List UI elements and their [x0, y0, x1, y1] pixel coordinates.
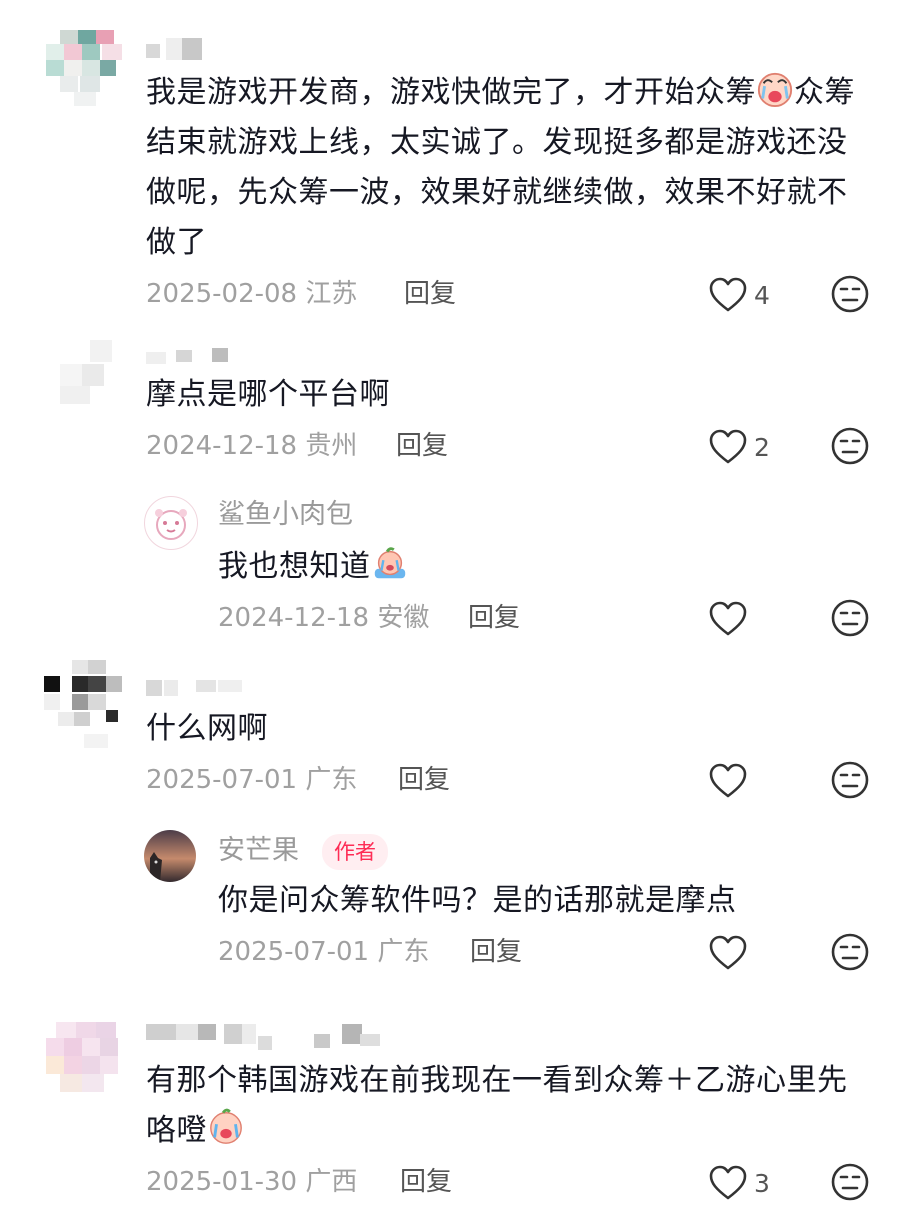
neutral-face-icon[interactable] [830, 426, 870, 466]
username-blurred[interactable] [146, 676, 246, 698]
comment-3: 什么网啊 2025-07-01 广东 回复 安芒果 作者 你是问众筹软件吗？是的… [0, 660, 908, 1000]
avatar-pixelated[interactable] [44, 660, 124, 750]
comment-location: 江苏 [305, 279, 358, 309]
heart-outline-icon[interactable] [708, 428, 748, 466]
comment-text: 摩点是哪个平台啊 [146, 377, 390, 412]
reply-location: 安徽 [377, 603, 430, 633]
neutral-face-icon[interactable] [830, 274, 870, 314]
neutral-face-icon[interactable] [830, 932, 870, 972]
neutral-face-icon[interactable] [830, 760, 870, 800]
reply-avatar[interactable] [144, 496, 198, 550]
comment-meta: 2024-12-18 贵州 [146, 430, 357, 462]
avatar-pixelated[interactable] [50, 340, 116, 406]
reply-date: 2024-12-18 [218, 603, 370, 633]
reply-button[interactable]: 回复 [404, 278, 456, 310]
avatar-pixelated[interactable] [46, 1022, 118, 1094]
cartoon-avatar-icon [155, 509, 187, 540]
reply-button[interactable]: 回复 [468, 602, 520, 634]
crying-face-emoji [757, 72, 793, 108]
comment-date: 2025-02-08 [146, 279, 298, 309]
like-count: 2 [754, 433, 770, 462]
cat-photo-avatar [150, 852, 162, 882]
reply-avatar[interactable] [144, 830, 196, 882]
reply-button[interactable]: 回复 [470, 936, 522, 968]
comment-meta: 2025-07-01 广东 [146, 764, 357, 796]
reply-author[interactable]: 鲨鱼小肉包 [218, 498, 353, 532]
reply-author[interactable]: 安芒果 [218, 834, 299, 868]
neutral-face-icon[interactable] [830, 1162, 870, 1202]
reply-button[interactable]: 回复 [398, 764, 450, 796]
comment-location: 广东 [305, 765, 358, 795]
comment-meta: 2025-01-30 广西 [146, 1166, 357, 1198]
comment-meta: 2025-02-08 江苏 [146, 278, 357, 310]
comment-text: 什么网啊 [146, 711, 268, 746]
reply-meta: 2024-12-18 安徽 [218, 602, 429, 634]
reply-button[interactable]: 回复 [396, 430, 448, 462]
username-blurred[interactable] [146, 1024, 396, 1050]
heart-outline-icon[interactable] [708, 934, 748, 972]
comment-location: 广西 [305, 1167, 358, 1197]
heart-outline-icon[interactable] [708, 600, 748, 638]
neutral-face-icon[interactable] [830, 598, 870, 638]
comment-date: 2024-12-18 [146, 431, 298, 461]
reply-text: 你是问众筹软件吗？是的话那就是摩点 [218, 883, 737, 918]
reply-button[interactable]: 回复 [400, 1166, 452, 1198]
comment-date: 2025-01-30 [146, 1167, 298, 1197]
heart-outline-icon[interactable] [708, 276, 748, 314]
comment-text: 有那个韩国游戏在前我现在一看到众筹＋乙游心里先咯噔 [146, 1063, 848, 1148]
crying-face-emoji [210, 1108, 242, 1144]
comment-4: 有那个韩国游戏在前我现在一看到众筹＋乙游心里先咯噔 2025-01-30 广西 … [0, 1010, 908, 1211]
reply-date: 2025-07-01 [218, 937, 370, 967]
comment-text: 我是游戏开发商，游戏快做完了，才开始众筹 众筹结束就游戏上线，太实诚了。发现挺多都… [146, 68, 876, 268]
crying-peach-emoji [374, 547, 405, 579]
like-count: 4 [754, 281, 770, 310]
comment-date: 2025-07-01 [146, 765, 298, 795]
comment-location: 贵州 [305, 431, 358, 461]
comment-2: 摩点是哪个平台啊 2024-12-18 贵州 回复 2 鲨鱼小肉包 我也想知道 … [0, 330, 908, 660]
comment-1: 我是游戏开发商，游戏快做完了，才开始众筹 众筹结束就游戏上线，太实诚了。发现挺多都… [0, 0, 908, 330]
username-blurred[interactable] [146, 346, 236, 368]
reply-location: 广东 [377, 937, 430, 967]
heart-outline-icon[interactable] [708, 1164, 748, 1202]
heart-outline-icon[interactable] [708, 762, 748, 800]
reply-text: 我也想知道 [218, 542, 868, 592]
author-badge: 作者 [322, 834, 388, 870]
avatar-pixelated[interactable] [46, 30, 122, 106]
like-count: 3 [754, 1169, 770, 1198]
username-blurred[interactable] [146, 38, 216, 60]
reply-meta: 2025-07-01 广东 [218, 936, 429, 968]
